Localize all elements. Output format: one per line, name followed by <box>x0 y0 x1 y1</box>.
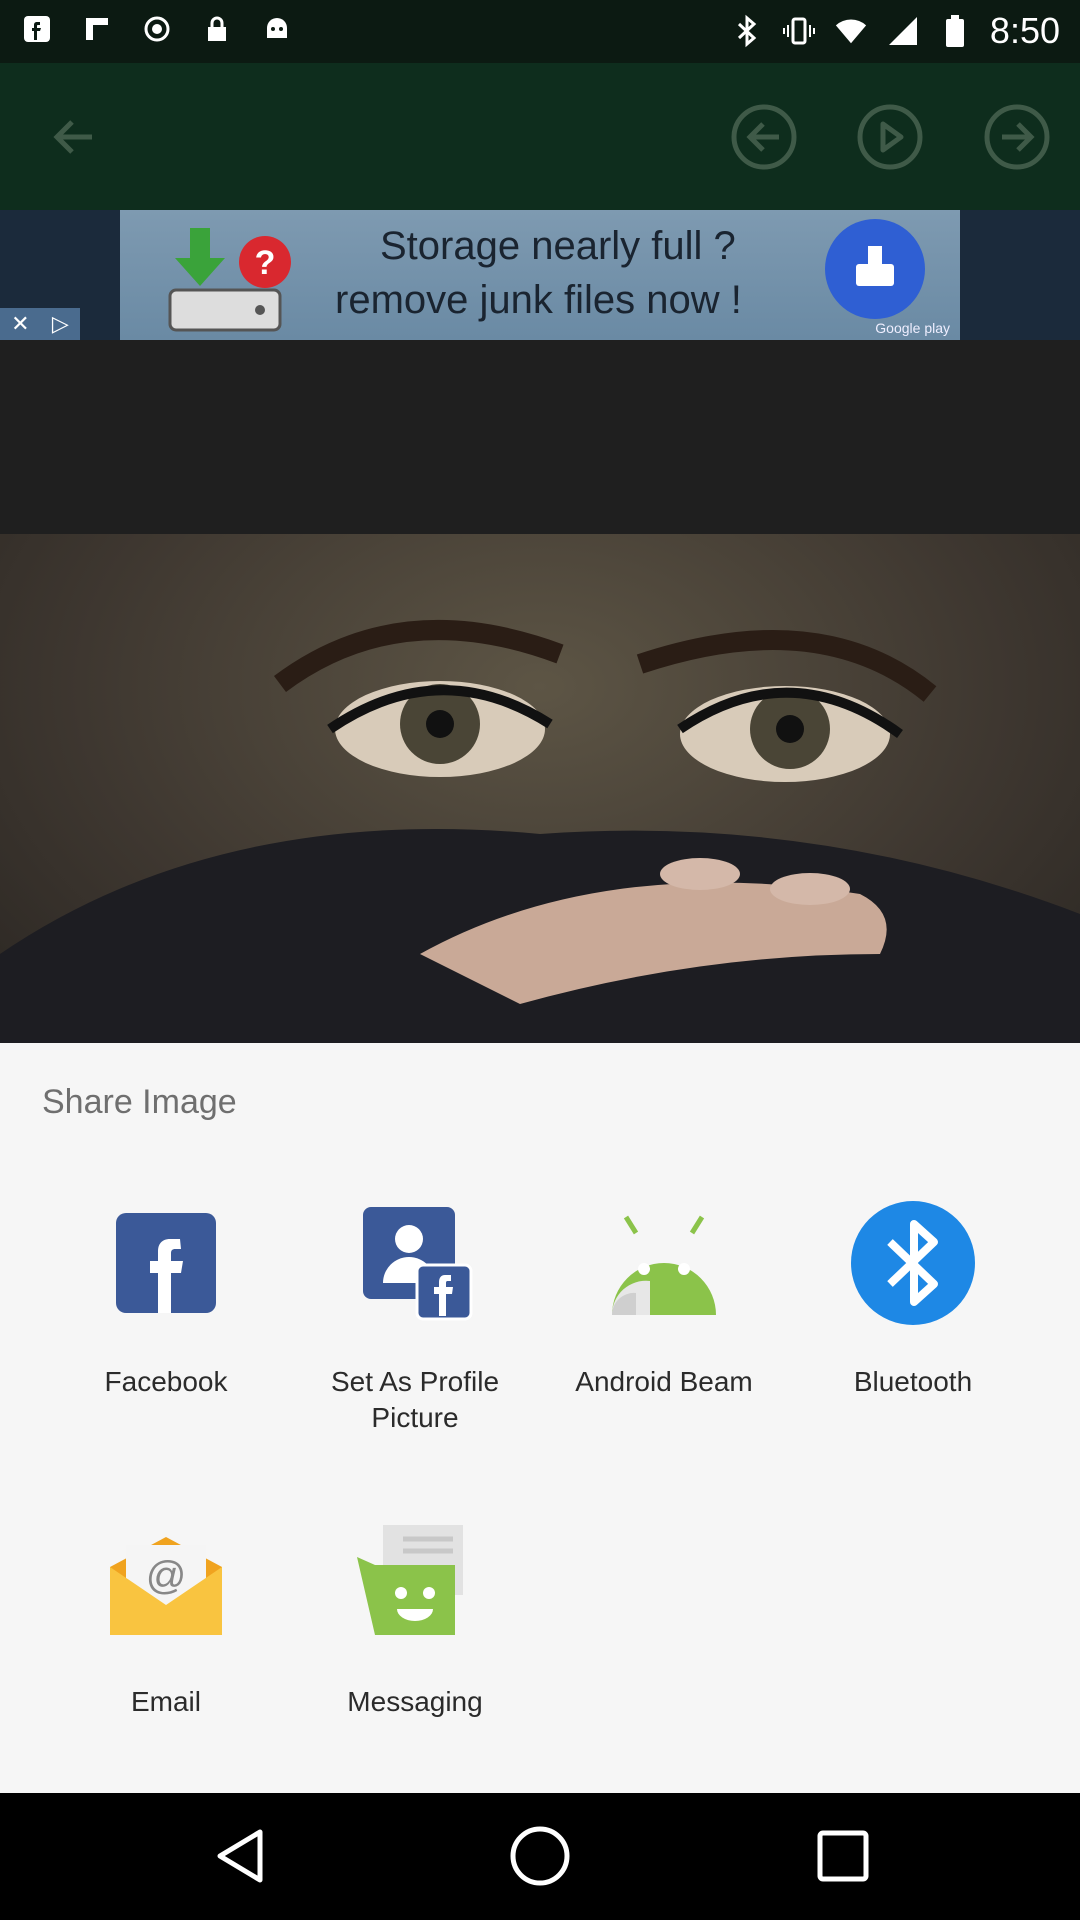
bluetooth-status-icon <box>730 14 764 48</box>
svg-text:?: ? <box>255 244 276 282</box>
recents-square-icon[interactable] <box>808 1821 878 1891</box>
share-option-label: Email <box>130 1686 201 1717</box>
wifi-icon <box>834 14 868 48</box>
shared-image <box>0 534 1080 1043</box>
share-sheet: Share Image Facebook Set As Profile Pict… <box>0 1043 1080 1793</box>
blocked-icon <box>140 12 174 46</box>
content-dark-area <box>0 340 1080 534</box>
signal-icon <box>886 14 920 48</box>
app-bar <box>0 63 1080 210</box>
battery-icon <box>938 14 972 48</box>
share-option-label: Messaging <box>347 1686 483 1717</box>
email-icon[interactable]: @ <box>101 1518 231 1648</box>
ad-close-button[interactable]: ✕ ▷ <box>0 308 80 340</box>
lock-icon <box>200 12 234 46</box>
share-option-android-beam[interactable]: Android Beam <box>539 1198 789 1400</box>
share-option-label: Android Beam <box>575 1366 753 1397</box>
share-option-label: Set As Profile Picture <box>330 1366 500 1433</box>
flipboard-icon <box>80 12 114 46</box>
facebook-icon <box>20 12 54 46</box>
close-icon[interactable]: ✕ <box>11 311 29 337</box>
google-play-badge: Google play <box>875 320 950 336</box>
navigation-bar <box>0 1793 1080 1920</box>
next-icon[interactable] <box>980 100 1054 174</box>
back-arrow-icon[interactable] <box>36 100 110 174</box>
adchoices-icon[interactable]: ▷ <box>52 311 69 337</box>
previous-icon[interactable] <box>727 100 801 174</box>
share-sheet-title: Share Image <box>42 1083 237 1121</box>
ad-line-2: remove junk files now ! <box>335 278 742 322</box>
messaging-icon[interactable] <box>350 1518 480 1648</box>
android-icon <box>260 12 294 46</box>
vibrate-icon <box>782 14 816 48</box>
share-option-set-as-profile-picture[interactable]: Set As Profile Picture <box>290 1198 540 1436</box>
share-option-label: Bluetooth <box>853 1366 973 1397</box>
ad-banner-content[interactable]: ? Storage nearly full ? remove junk file… <box>120 210 960 340</box>
status-bar: 8:50 <box>0 0 1080 63</box>
bluetooth-icon[interactable] <box>848 1198 978 1328</box>
share-option-label: Facebook <box>104 1366 228 1397</box>
facebook-icon[interactable] <box>101 1198 231 1328</box>
ad-line-1: Storage nearly full ? <box>380 224 736 268</box>
storage-drive-icon: ? <box>168 228 291 332</box>
clock: 8:50 <box>989 10 1060 51</box>
back-triangle-icon[interactable] <box>205 1821 275 1891</box>
share-option-facebook[interactable]: Facebook <box>41 1198 291 1400</box>
play-icon[interactable] <box>853 100 927 174</box>
ad-banner[interactable]: ? Storage nearly full ? remove junk file… <box>0 210 1080 340</box>
profile-picture-icon[interactable] <box>350 1198 480 1328</box>
share-option-messaging[interactable]: Messaging <box>290 1518 540 1720</box>
svg-text:@: @ <box>146 1554 187 1598</box>
share-option-email[interactable]: @ Email <box>41 1518 291 1720</box>
android-beam-icon[interactable] <box>599 1198 729 1328</box>
home-circle-icon[interactable] <box>505 1821 575 1891</box>
cleaner-brush-icon <box>825 219 925 319</box>
share-option-bluetooth[interactable]: Bluetooth <box>788 1198 1038 1400</box>
